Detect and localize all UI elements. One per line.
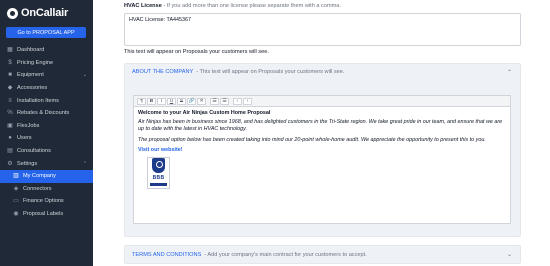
- about-company-editor[interactable]: ¶ B I U S 🔗 ✕ ☰ ☰ ‹ › Welcome to your Ai…: [133, 95, 511, 224]
- hvac-license-input[interactable]: [124, 13, 521, 46]
- hvac-license-label: HVAC License - If you add more than one …: [124, 3, 341, 9]
- chevron-up-icon: ⌃: [506, 69, 512, 76]
- sidebar-item-label: Dashboard: [17, 47, 45, 54]
- users-icon: ●: [8, 135, 12, 142]
- bold-button[interactable]: B: [147, 97, 156, 105]
- sidebar-item-label: Pricing Engine: [17, 59, 54, 66]
- tag-icon: ◆: [7, 85, 13, 92]
- editor-paragraph: Air Ninjas has been in business since 19…: [138, 119, 503, 133]
- sidebar-item-pricing-engine[interactable]: $ Pricing Engine: [0, 57, 93, 70]
- sidebar-item-label: Rebates & Discounts: [17, 110, 70, 117]
- terms-title: TERMS AND CONDITIONS: [132, 251, 202, 258]
- underline-button[interactable]: U: [167, 97, 176, 105]
- hvac-label-title: HVAC License: [124, 3, 162, 9]
- bbb-badge: BBB: [147, 157, 170, 190]
- bbb-badge-text: BBB: [152, 174, 165, 181]
- brand-name: OnCallair: [21, 7, 69, 19]
- sidebar-item-installation-items[interactable]: ≡ Installation Items: [0, 94, 93, 107]
- paragraph-button[interactable]: ¶: [137, 97, 146, 105]
- sidebar-item-consultations[interactable]: ▤ Consultations: [0, 145, 93, 158]
- sidebar-item-label: Consultations: [17, 148, 51, 155]
- sidebar-item-label: Accessories: [17, 85, 48, 92]
- sidebar-item-accessories[interactable]: ◆ Accessories: [0, 82, 93, 95]
- list-icon: ≡: [8, 97, 12, 104]
- brand-logo[interactable]: OnCallair: [0, 0, 93, 26]
- strikethrough-button[interactable]: S: [177, 97, 186, 105]
- chevron-up-icon: ⌃: [82, 160, 87, 167]
- sidebar-item-label: Settings: [17, 160, 38, 167]
- indent-button[interactable]: ›: [243, 97, 252, 105]
- label-icon: ◉: [13, 211, 19, 218]
- about-company-title: ABOUT THE COMPANY: [132, 69, 194, 75]
- chevron-down-icon: ⌄: [82, 72, 87, 79]
- terms-header[interactable]: TERMS AND CONDITIONS - Add your company'…: [125, 246, 520, 263]
- editor-content[interactable]: Welcome to your Air Ninjas Custom Home P…: [134, 107, 510, 192]
- sidebar-nav: ▦ Dashboard $ Pricing Engine ■ Equipment…: [0, 44, 93, 220]
- sidebar: OnCallair Go to PROPOSAL APP ▦ Dashboard…: [0, 0, 93, 266]
- numbered-list-button[interactable]: ☰: [220, 97, 229, 105]
- sidebar-item-users[interactable]: ● Users: [0, 132, 93, 145]
- sidebar-item-finance-options[interactable]: ▭ Finance Options: [0, 195, 93, 208]
- hvac-label-hint: - If you add more than one license pleas…: [163, 3, 341, 9]
- box-icon: ■: [8, 72, 12, 79]
- percent-icon: %: [7, 110, 13, 117]
- calendar-icon: ▤: [7, 148, 13, 155]
- go-to-proposal-app-button[interactable]: Go to PROPOSAL APP: [6, 27, 86, 38]
- sidebar-item-rebates-discounts[interactable]: % Rebates & Discounts: [0, 107, 93, 120]
- sidebar-item-label: Installation Items: [17, 97, 59, 104]
- editor-paragraph: The proposal option below has been creat…: [138, 136, 486, 143]
- chevron-down-icon: ⌄: [506, 252, 512, 258]
- outdent-button[interactable]: ‹: [233, 97, 242, 105]
- sidebar-item-flexjobs[interactable]: ▣ FlexJobs: [0, 120, 93, 133]
- link-button[interactable]: 🔗: [187, 97, 196, 105]
- sidebar-item-label: FlexJobs: [17, 122, 40, 129]
- editor-heading: Welcome to your Air Ninjas Custom Home P…: [138, 110, 271, 116]
- about-company-header[interactable]: ABOUT THE COMPANY - This text will appea…: [125, 64, 520, 80]
- sidebar-item-label: My Company: [23, 173, 56, 180]
- sidebar-item-dashboard[interactable]: ▦ Dashboard: [0, 44, 93, 57]
- briefcase-icon: ▣: [7, 122, 13, 129]
- sidebar-item-connectors[interactable]: ◈ Connectors: [0, 183, 93, 196]
- about-company-hint: - This text will appear on Proposals you…: [196, 69, 345, 75]
- sidebar-item-proposal-labels[interactable]: ◉ Proposal Labels: [0, 208, 93, 221]
- sidebar-item-my-company[interactable]: ▥ My Company: [0, 169, 93, 183]
- bullet-list-button[interactable]: ☰: [210, 97, 219, 105]
- building-icon: ▥: [13, 173, 19, 180]
- dollar-icon: $: [8, 59, 12, 66]
- sidebar-item-label: Equipment: [17, 72, 44, 79]
- bbb-seal-icon: [152, 158, 165, 173]
- bbb-bar: [150, 183, 167, 187]
- sidebar-item-label: Proposal Labels: [23, 211, 64, 218]
- card-icon: ▭: [13, 198, 19, 205]
- sidebar-item-settings[interactable]: ⚙ Settings ⌃: [0, 157, 93, 170]
- sidebar-item-equipment[interactable]: ■ Equipment ⌄: [0, 69, 93, 82]
- logo-mark-icon: [7, 7, 18, 19]
- sidebar-item-label: Connectors: [23, 185, 52, 192]
- website-link[interactable]: Visit our website!: [138, 147, 506, 154]
- sidebar-item-label: Finance Options: [23, 198, 64, 205]
- italic-button[interactable]: I: [157, 97, 166, 105]
- plug-icon: ◈: [13, 185, 19, 192]
- editor-toolbar: ¶ B I U S 🔗 ✕ ☰ ☰ ‹ ›: [134, 96, 510, 107]
- terms-section: TERMS AND CONDITIONS - Add your company'…: [124, 245, 521, 264]
- grid-icon: ▦: [7, 47, 13, 54]
- sidebar-item-label: Users: [17, 135, 32, 142]
- terms-hint: - Add your company's main contract for y…: [204, 251, 367, 258]
- unlink-button[interactable]: ✕: [197, 97, 206, 105]
- gear-icon: ⚙: [7, 160, 13, 167]
